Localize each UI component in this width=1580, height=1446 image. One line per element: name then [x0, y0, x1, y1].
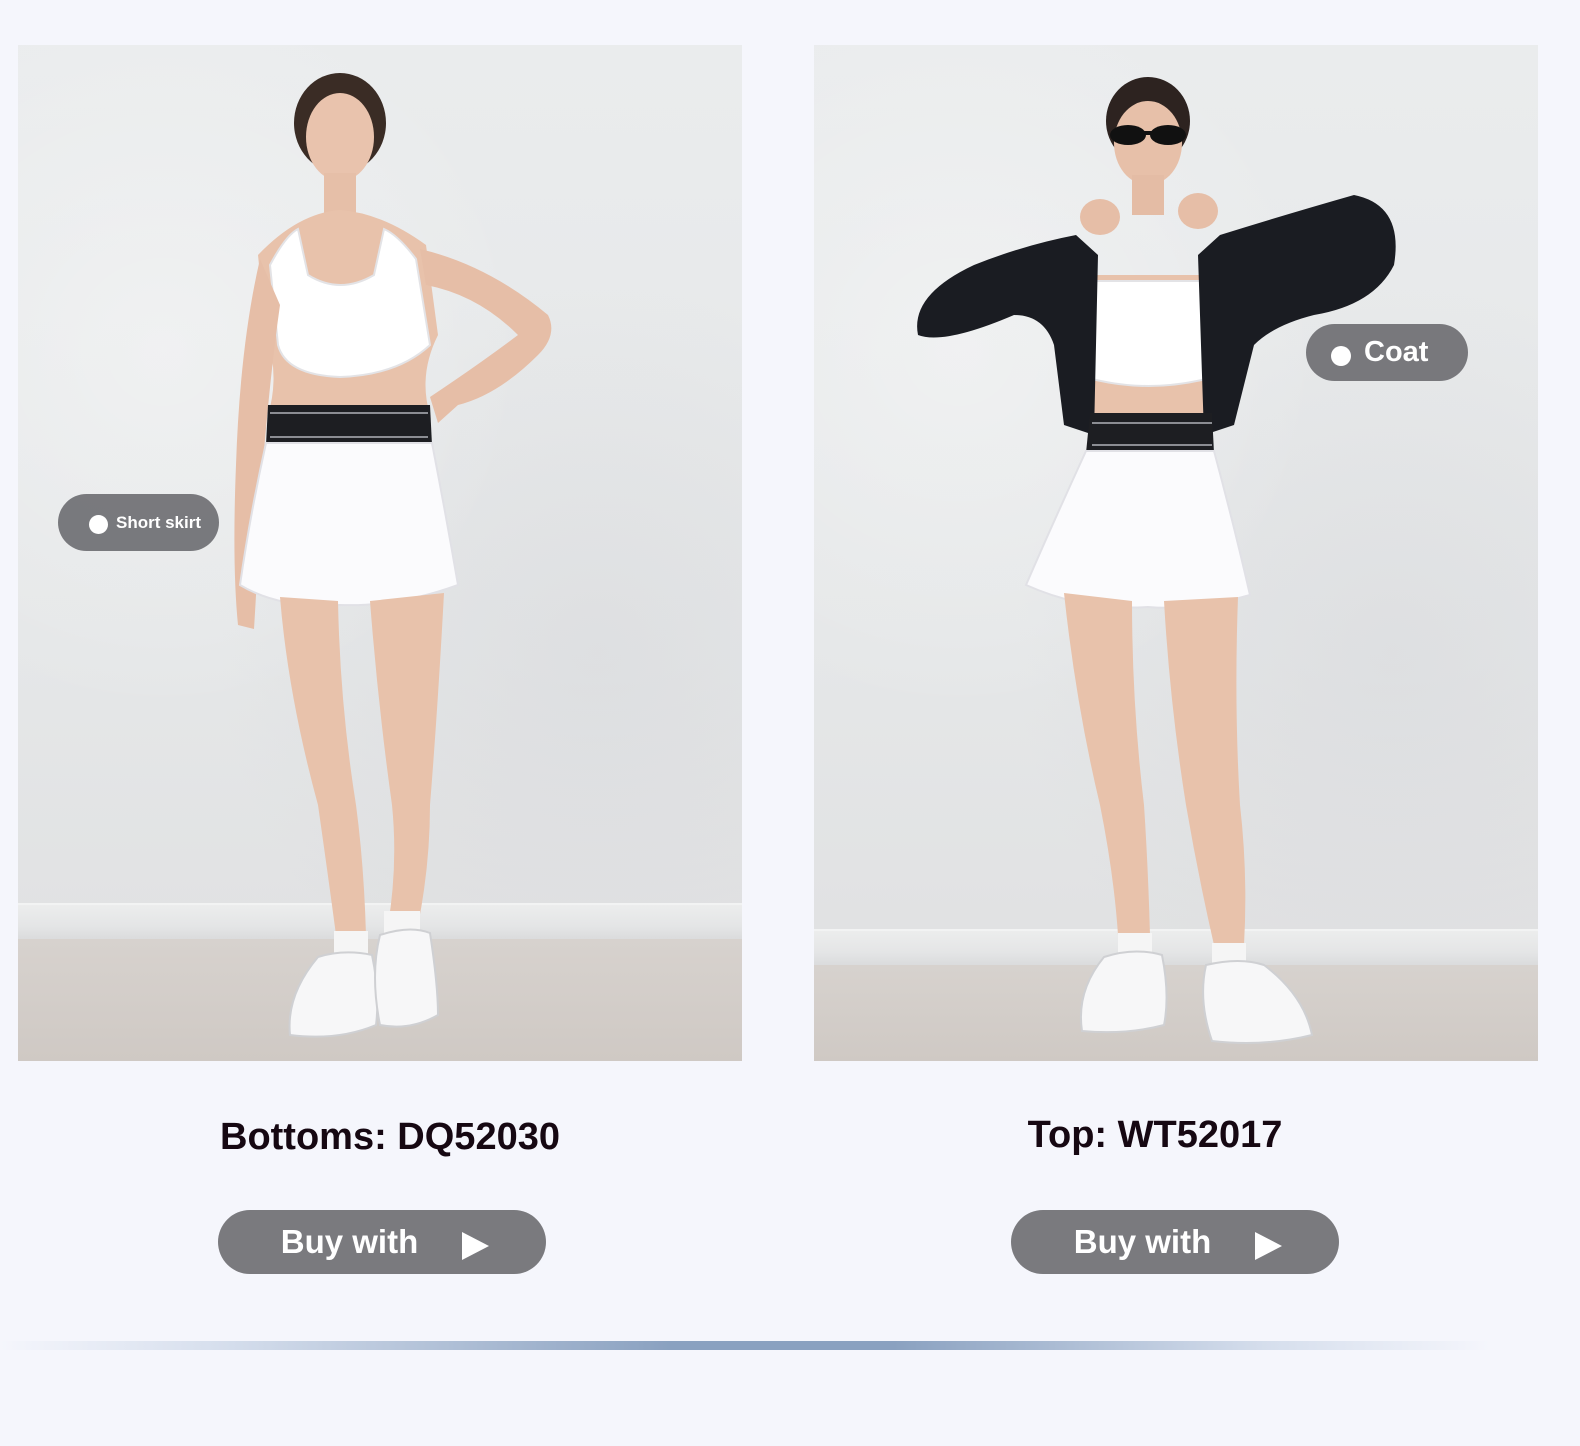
- hotspot-dot-icon: [1331, 345, 1351, 366]
- play-arrow-icon: [462, 1232, 490, 1260]
- hotspot-tag-label: Short skirt: [116, 512, 202, 532]
- play-arrow-icon: [1255, 1232, 1283, 1260]
- hotspot-tag-coat[interactable]: Coat: [1306, 324, 1468, 381]
- product-code-bottoms: Bottoms: DQ52030: [220, 1116, 560, 1158]
- hotspot-tag-label: Coat: [1364, 336, 1429, 368]
- buy-button-label: Buy with: [280, 1223, 419, 1260]
- section-divider: [0, 1341, 1490, 1350]
- product-photo-top[interactable]: [814, 45, 1538, 1061]
- product-photo-bottoms[interactable]: [18, 45, 742, 1061]
- hotspot-dot-icon: [89, 515, 108, 534]
- buy-button-label: Buy with: [1073, 1223, 1212, 1260]
- model-figure-left: [234, 73, 552, 1038]
- product-code-top: Top: WT52017: [1027, 1114, 1283, 1156]
- buy-with-button-top[interactable]: Buy with: [1011, 1210, 1339, 1274]
- hotspot-tag-short-skirt[interactable]: Short skirt: [58, 494, 219, 551]
- buy-with-button-bottoms[interactable]: Buy with: [218, 1210, 546, 1274]
- model-figure-right: [917, 77, 1396, 1044]
- product-showcase-page: Short skirt Coat Bottoms: DQ52030 Top: W…: [0, 0, 1580, 1446]
